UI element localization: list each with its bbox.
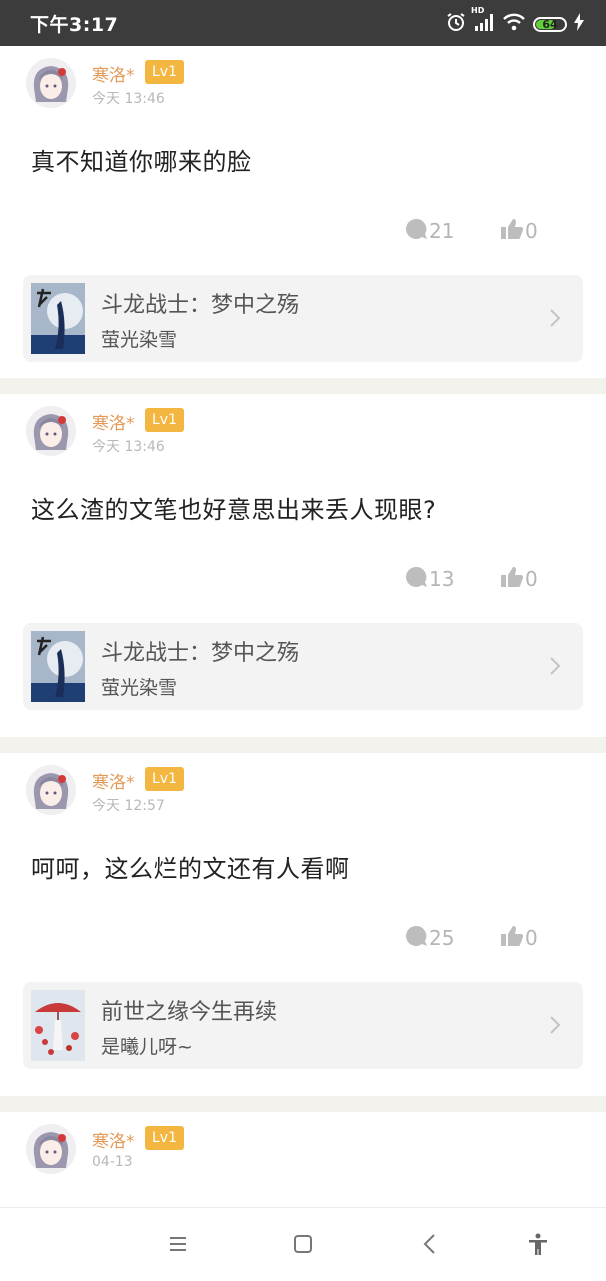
book-author: 萤光染雪 bbox=[101, 329, 178, 351]
level-badge: Lv1 bbox=[145, 767, 184, 791]
separator bbox=[0, 737, 606, 753]
back-icon[interactable] bbox=[418, 1232, 442, 1256]
like-count: 0 bbox=[525, 926, 538, 950]
book-author: 是曦儿呀~ bbox=[101, 1036, 193, 1058]
comment-button[interactable]: 13 bbox=[404, 564, 454, 594]
comment-button[interactable]: 25 bbox=[404, 923, 454, 953]
like-count: 0 bbox=[525, 219, 538, 243]
comment-count: 21 bbox=[429, 219, 455, 243]
chevron-right-icon bbox=[549, 308, 561, 332]
status-time: 下午3:17 bbox=[30, 14, 119, 36]
book-link[interactable]: 斗龙战士：梦中之殇 萤光染雪 bbox=[23, 275, 583, 362]
avatar[interactable] bbox=[26, 765, 76, 815]
avatar[interactable] bbox=[26, 1124, 76, 1174]
book-link[interactable]: 前世之缘今生再续 是曦儿呀~ bbox=[23, 982, 583, 1069]
username[interactable]: 寒洛* bbox=[92, 1127, 135, 1152]
post-card[interactable]: 寒洛* Lv1 今天 13:46 这么渣的文笔也好意思出来丢人现眼? 13 0 … bbox=[0, 394, 606, 726]
book-author: 萤光染雪 bbox=[101, 677, 178, 699]
thumbs-up-icon bbox=[500, 566, 525, 593]
post-card[interactable]: 寒洛* Lv1 今天 13:46 真不知道你哪来的脸 21 0 斗龙战士：梦中之… bbox=[0, 46, 606, 378]
thumbs-up-icon bbox=[500, 925, 525, 952]
post-card[interactable]: 寒洛* Lv1 04-13 bbox=[0, 1112, 606, 1207]
post-card[interactable]: 寒洛* Lv1 今天 12:57 呵呵，这么烂的文还有人看啊 25 0 前世之缘… bbox=[0, 753, 606, 1085]
post-time: 今天 13:46 bbox=[92, 439, 165, 455]
post-content: 这么渣的文笔也好意思出来丢人现眼? bbox=[31, 496, 437, 524]
charging-icon bbox=[574, 13, 584, 35]
hd-label: HD bbox=[471, 6, 485, 15]
like-count: 0 bbox=[525, 567, 538, 591]
username[interactable]: 寒洛* bbox=[92, 61, 135, 86]
comment-icon bbox=[404, 218, 429, 245]
chevron-right-icon bbox=[549, 1015, 561, 1039]
separator bbox=[0, 378, 606, 394]
comment-icon bbox=[404, 925, 429, 952]
battery-level: 64 bbox=[542, 17, 558, 31]
like-button[interactable]: 0 bbox=[500, 564, 538, 594]
book-title: 前世之缘今生再续 bbox=[101, 1000, 278, 1025]
status-bar: 下午3:17 HD 64 bbox=[0, 0, 606, 46]
post-content: 呵呵，这么烂的文还有人看啊 bbox=[31, 855, 350, 883]
username[interactable]: 寒洛* bbox=[92, 409, 135, 434]
comment-count: 25 bbox=[429, 926, 455, 950]
post-content: 真不知道你哪来的脸 bbox=[31, 148, 252, 176]
level-badge: Lv1 bbox=[145, 1126, 184, 1150]
comment-button[interactable]: 21 bbox=[404, 216, 454, 246]
like-button[interactable]: 0 bbox=[500, 923, 538, 953]
level-badge: Lv1 bbox=[145, 408, 184, 432]
comment-count: 13 bbox=[429, 567, 455, 591]
wifi-icon bbox=[502, 12, 526, 36]
book-link[interactable]: 斗龙战士：梦中之殇 萤光染雪 bbox=[23, 623, 583, 710]
avatar[interactable] bbox=[26, 58, 76, 108]
level-badge: Lv1 bbox=[145, 60, 184, 84]
avatar[interactable] bbox=[26, 406, 76, 456]
username[interactable]: 寒洛* bbox=[92, 768, 135, 793]
home-icon[interactable] bbox=[291, 1232, 315, 1256]
system-nav-bar bbox=[0, 1207, 606, 1281]
post-time: 今天 13:46 bbox=[92, 91, 165, 107]
separator bbox=[0, 1096, 606, 1112]
alarm-icon bbox=[446, 12, 466, 36]
post-time: 今天 12:57 bbox=[92, 798, 165, 814]
comment-icon bbox=[404, 566, 429, 593]
status-icons: HD 64 bbox=[446, 6, 584, 36]
battery-icon: 64 bbox=[533, 16, 567, 32]
accessibility-icon[interactable] bbox=[526, 1232, 550, 1256]
book-cover bbox=[31, 631, 85, 702]
book-title: 斗龙战士：梦中之殇 bbox=[101, 641, 300, 666]
signal-icon: HD bbox=[471, 6, 495, 36]
book-title: 斗龙战士：梦中之殇 bbox=[101, 293, 300, 318]
book-cover bbox=[31, 990, 85, 1061]
post-time: 04-13 bbox=[92, 1154, 133, 1170]
thumbs-up-icon bbox=[500, 218, 525, 245]
menu-icon[interactable] bbox=[166, 1232, 190, 1256]
chevron-right-icon bbox=[549, 656, 561, 680]
book-cover bbox=[31, 283, 85, 354]
like-button[interactable]: 0 bbox=[500, 216, 538, 246]
